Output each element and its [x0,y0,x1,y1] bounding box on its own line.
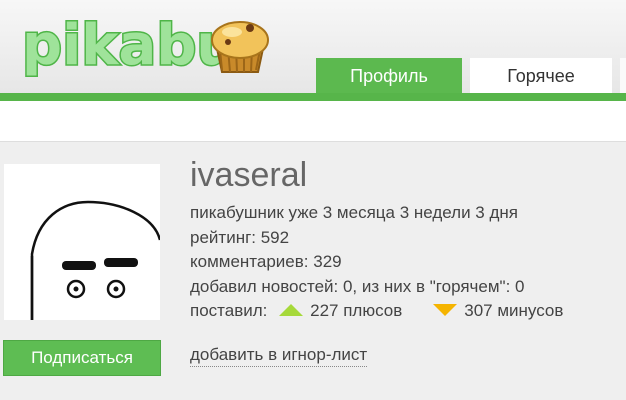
stat-comments: комментариев: 329 [190,252,342,271]
votes-prefix: поставил: [190,301,268,320]
add-to-ignore-link[interactable]: добавить в игнор-лист [190,344,368,367]
username: ivaseral [190,156,308,194]
profile-stats: пикабушник уже 3 месяца 3 недели 3 дня р… [190,201,563,324]
sub-header-bar [0,101,626,142]
triangle-down-icon [433,304,458,317]
tab-edge [620,58,626,94]
logo-text: pikabu [22,13,236,78]
stat-votes: поставил: 227 плюсов 307 минусов [190,299,563,324]
tab-hot[interactable]: Горячее [470,58,612,94]
votes-minus: 307 минусов [464,301,564,320]
pikabu-logo[interactable]: pikabu [20,6,270,86]
stat-news: добавил новостей: 0, из них в "горячем":… [190,276,525,296]
tab-bar-line [0,93,626,101]
subscribe-button[interactable]: Подписаться [3,340,161,376]
votes-plus: 227 плюсов [310,301,403,320]
triangle-up-icon [279,304,304,317]
site-header: pikabu Профиль Горячее [0,0,626,96]
default-face-avatar-icon [30,200,162,320]
tab-profile[interactable]: Профиль [316,58,462,94]
avatar [4,164,162,320]
stat-rating: рейтинг: 592 [190,227,290,247]
stat-tenure: пикабушник уже 3 месяца 3 недели 3 дня [190,203,518,222]
muffin-icon [211,21,269,73]
